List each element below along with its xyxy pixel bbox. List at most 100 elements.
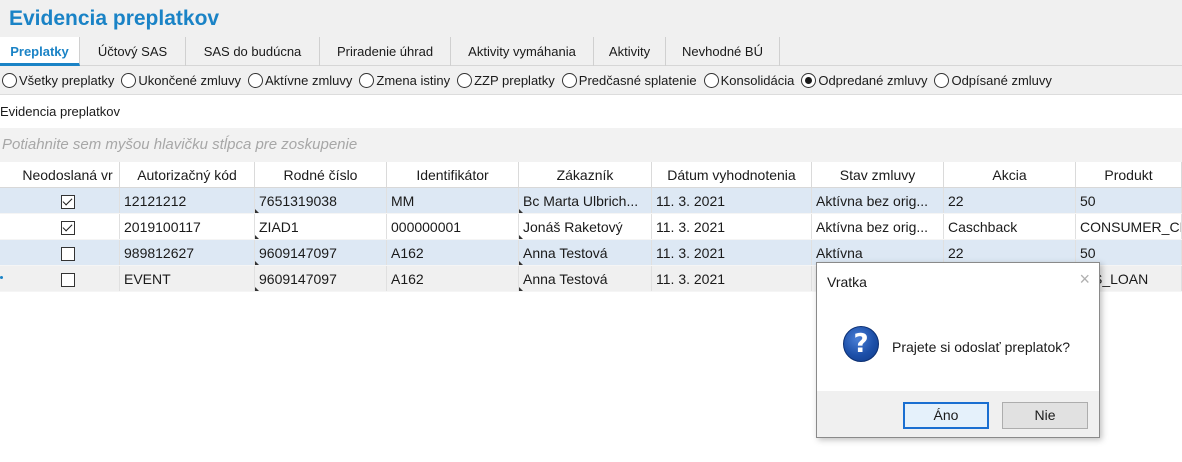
- radio-label: Konsolidácia: [720, 72, 795, 88]
- neodoslana-cell: [16, 240, 120, 265]
- zakaznik-text: Anna Testová: [523, 271, 608, 287]
- identifikator-cell: A162: [387, 240, 519, 265]
- row-indicator: [0, 240, 16, 265]
- filter-vsetky-preplatky[interactable]: Všetky preplatky: [2, 72, 115, 88]
- akcia-cell: 22: [944, 188, 1076, 213]
- filter-predcasne-splatenie[interactable]: Predčasné splatenie: [561, 72, 697, 88]
- column-header-zakaznik[interactable]: Zákazník: [519, 162, 652, 187]
- neodoslana-checkbox[interactable]: [60, 221, 75, 236]
- auth-code-cell: 12121212: [120, 188, 255, 213]
- column-header-produkt[interactable]: Produkt: [1076, 162, 1182, 187]
- zakaznik-cell: Anna Testová: [519, 266, 652, 291]
- filter-ukoncene-zmluvy[interactable]: Ukončené zmluvy: [121, 72, 241, 88]
- tab-aktivity[interactable]: Aktivity: [594, 37, 666, 66]
- no-button[interactable]: Nie: [1002, 402, 1088, 429]
- rodne-cislo-text: 9609147097: [259, 245, 337, 261]
- cell-marker-icon: [255, 261, 259, 265]
- radio-button[interactable]: [121, 72, 137, 88]
- radio-button[interactable]: [2, 72, 17, 88]
- cell-marker-icon: [255, 287, 259, 291]
- identifikator-cell: A162: [387, 266, 519, 291]
- dialog-title: Vratka: [827, 274, 867, 290]
- column-header-datum-vyhodnotenia[interactable]: Dátum vyhodnotenia: [652, 162, 812, 187]
- row-indicator: [0, 188, 16, 213]
- group-by-panel[interactable]: Potiahnite sem myšou hlavičku stĺpca pre…: [0, 128, 1182, 162]
- table-row[interactable]: 2019100117 ZIAD1 000000001 Jonáš Raketov…: [0, 214, 1182, 240]
- close-icon[interactable]: ×: [1079, 269, 1090, 290]
- cell-marker-icon: [519, 261, 523, 265]
- filter-zmena-istiny[interactable]: Zmena istiny: [359, 72, 451, 88]
- title-bar: Evidencia preplatkov: [0, 0, 1182, 37]
- produkt-cell: 50: [1076, 188, 1182, 213]
- column-header-autorizacny-kod[interactable]: Autorizačný kód: [120, 162, 255, 187]
- tab-sas-do-buducna[interactable]: SAS do budúcna: [186, 37, 320, 66]
- radio-button-selected[interactable]: [801, 72, 817, 88]
- tab-priradenie-uhrad[interactable]: Priradenie úhrad: [320, 37, 451, 66]
- rodne-cislo-text: ZIAD1: [259, 219, 299, 235]
- column-header-stav-zmluvy[interactable]: Stav zmluvy: [812, 162, 944, 187]
- produkt-cell: CONSUMER_CR: [1076, 214, 1182, 239]
- rodne-cislo-cell: 9609147097: [255, 266, 387, 291]
- tab-uctovy-sas[interactable]: Účtový SAS: [80, 37, 186, 66]
- row-indicator-header: [0, 162, 16, 187]
- column-header-identifikator[interactable]: Identifikátor: [387, 162, 519, 187]
- datum-cell: 11. 3. 2021: [652, 214, 812, 239]
- radio-button[interactable]: [561, 72, 577, 88]
- radio-label: Ukončené zmluvy: [138, 72, 241, 88]
- rodne-cislo-cell: 7651319038: [255, 188, 387, 213]
- datum-cell: 11. 3. 2021: [652, 188, 812, 213]
- confirm-dialog: Vratka × ? Prajete si odoslať preplatok?…: [816, 262, 1100, 438]
- question-icon: ?: [843, 326, 879, 362]
- rodne-cislo-cell: 9609147097: [255, 240, 387, 265]
- filter-aktivne-zmluvy[interactable]: Aktívne zmluvy: [247, 72, 353, 88]
- column-header-rodne-cislo[interactable]: Rodné číslo: [255, 162, 387, 187]
- tab-preplatky[interactable]: Preplatky: [0, 37, 80, 66]
- tab-bar: Preplatky Účtový SAS SAS do budúcna Prir…: [0, 37, 1182, 66]
- radio-label: Zmena istiny: [376, 72, 451, 88]
- neodoslana-checkbox[interactable]: [60, 195, 75, 210]
- filter-odpisane-zmluvy[interactable]: Odpísané zmluvy: [934, 72, 1052, 88]
- rodne-cislo-text: 9609147097: [259, 271, 337, 287]
- radio-button[interactable]: [359, 72, 375, 88]
- identifikator-cell: 000000001: [387, 214, 519, 239]
- filter-konsolidacia[interactable]: Konsolidácia: [703, 72, 795, 88]
- radio-label: Predčasné splatenie: [578, 72, 697, 88]
- neodoslana-cell: [16, 266, 120, 291]
- datum-cell: 11. 3. 2021: [652, 266, 812, 291]
- datum-cell: 11. 3. 2021: [652, 240, 812, 265]
- zakaznik-text: Bc Marta Ulbrich...: [523, 193, 639, 209]
- radio-button[interactable]: [703, 72, 719, 88]
- app-title: Evidencia preplatkov: [9, 7, 220, 30]
- radio-button[interactable]: [457, 72, 473, 88]
- table-row[interactable]: 12121212 7651319038 MM Bc Marta Ulbrich.…: [0, 188, 1182, 214]
- column-header-akcia[interactable]: Akcia: [944, 162, 1076, 187]
- neodoslana-checkbox[interactable]: [60, 273, 75, 288]
- radio-label: Aktívne zmluvy: [264, 72, 353, 88]
- auth-code-cell: EVENT: [120, 266, 255, 291]
- filter-zzp-preplatky[interactable]: ZZP preplatky: [457, 72, 555, 88]
- yes-button[interactable]: Áno: [903, 402, 989, 429]
- neodoslana-cell: [16, 214, 120, 239]
- zakaznik-cell: Jonáš Raketový: [519, 214, 652, 239]
- cell-marker-icon: [519, 209, 523, 213]
- cell-marker-icon: [255, 235, 259, 239]
- radio-label: Všetky preplatky: [19, 72, 115, 88]
- radio-label: ZZP preplatky: [474, 72, 555, 88]
- column-header-neodoslana[interactable]: Neodoslaná vr: [16, 162, 120, 187]
- filter-odpredane-zmluvy[interactable]: Odpredané zmluvy: [801, 72, 927, 88]
- radio-button[interactable]: [247, 72, 263, 88]
- zakaznik-text: Jonáš Raketový: [523, 219, 623, 235]
- zakaznik-text: Anna Testová: [523, 245, 608, 261]
- tab-aktivity-vymahania[interactable]: Aktivity vymáhania: [451, 37, 594, 66]
- auth-code-cell: 2019100117: [120, 214, 255, 239]
- identifikator-cell: MM: [387, 188, 519, 213]
- neodoslana-checkbox[interactable]: [60, 247, 75, 262]
- tab-nevhodne-bu[interactable]: Nevhodné BÚ: [666, 37, 780, 66]
- cell-marker-icon: [255, 209, 259, 213]
- filter-radio-group: Všetky preplatky Ukončené zmluvy Aktívne…: [0, 66, 1182, 95]
- row-indicator: [0, 266, 16, 291]
- radio-button[interactable]: [934, 72, 950, 88]
- stav-cell: Aktívna bez orig...: [812, 214, 944, 239]
- cell-marker-icon: [519, 287, 523, 291]
- rodne-cislo-text: 7651319038: [259, 193, 337, 209]
